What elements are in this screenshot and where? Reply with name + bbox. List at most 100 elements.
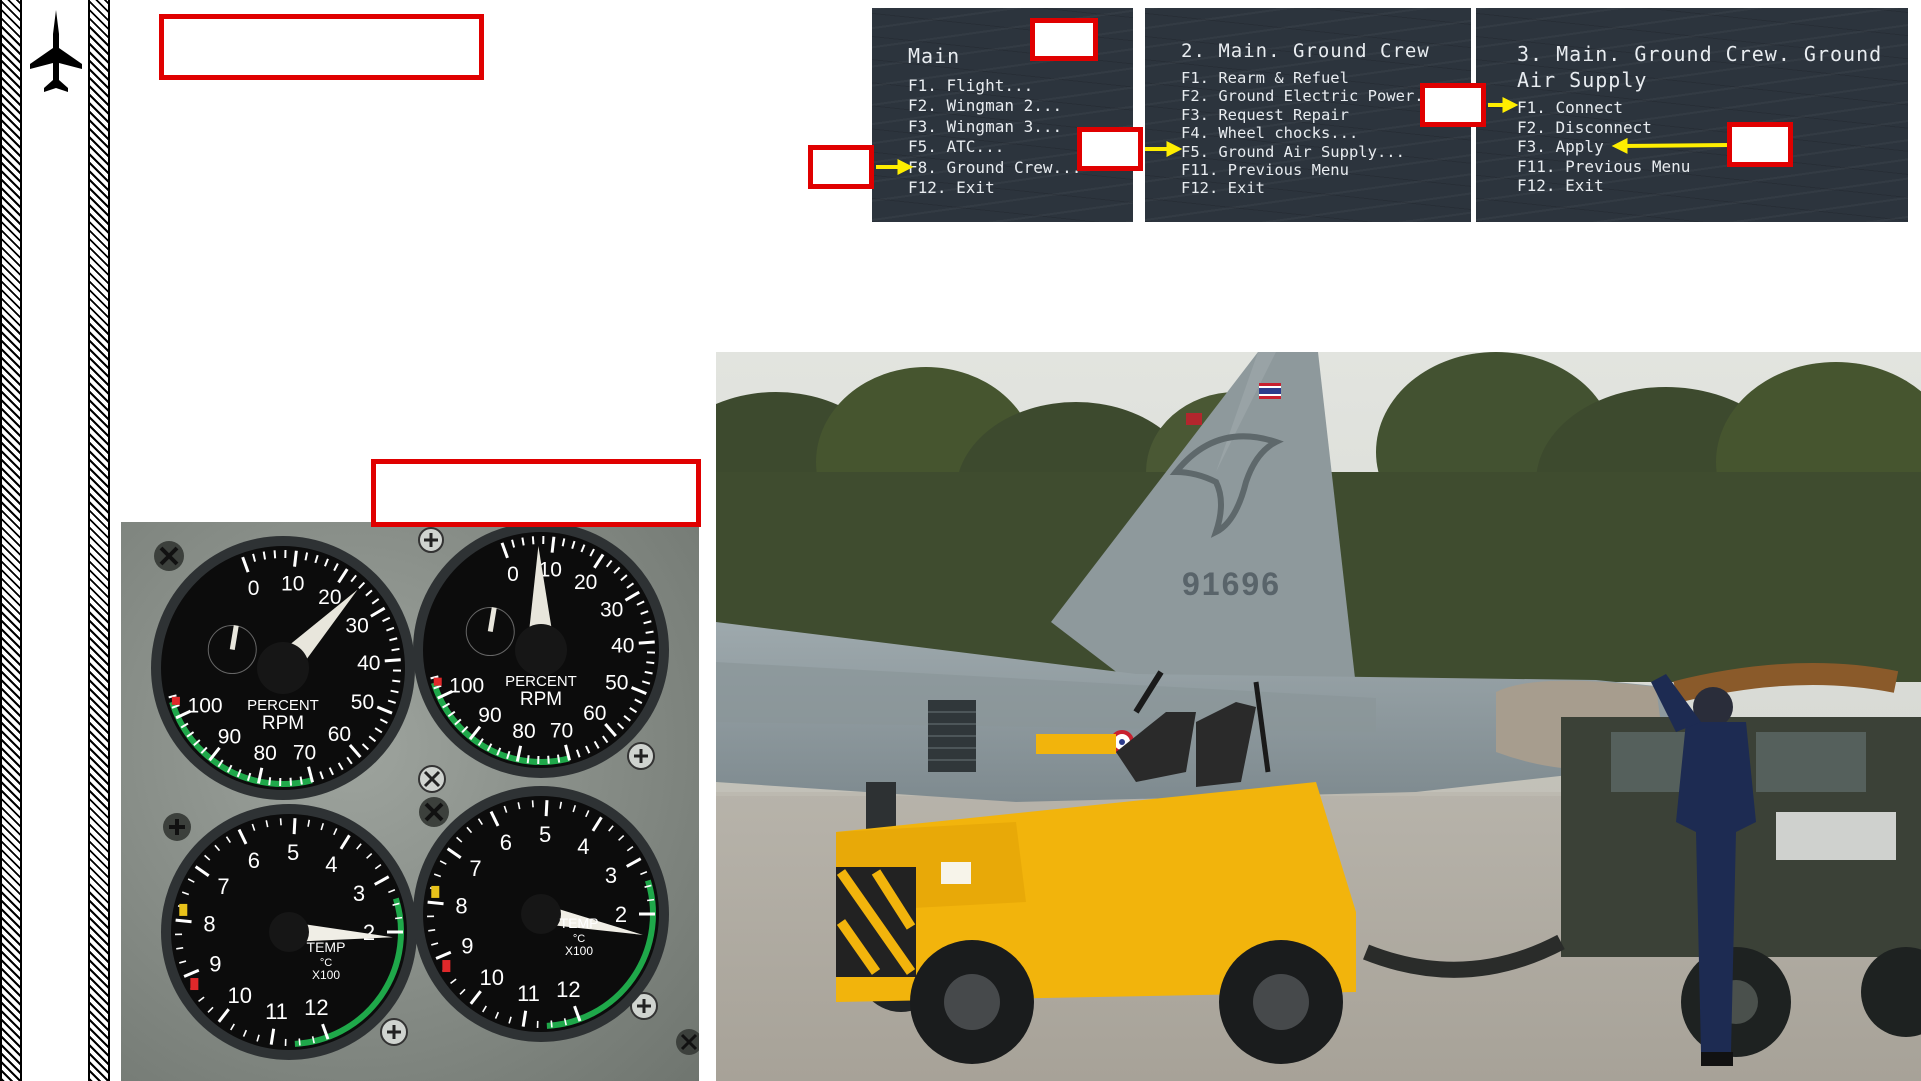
ground-crew-photo: 91696 bbox=[716, 352, 1921, 1081]
gauge-hub bbox=[269, 912, 309, 952]
gauge-limit-mark bbox=[442, 960, 451, 973]
gauge-tick-label: 80 bbox=[512, 720, 535, 743]
gauge-hub bbox=[521, 894, 561, 934]
gauge-tick-label: 90 bbox=[478, 704, 501, 727]
gauge-tick-label: 9 bbox=[461, 933, 473, 958]
gauge-tick bbox=[526, 755, 530, 764]
gauge-red-mark bbox=[433, 677, 442, 686]
rpm-left-label-rpm: RPM bbox=[262, 713, 304, 734]
panel-screw-icon bbox=[380, 1018, 408, 1046]
tail-flag-emblem bbox=[1259, 383, 1281, 399]
gauge-tick-label: 9 bbox=[209, 951, 221, 976]
gauge-tick-label: 20 bbox=[318, 586, 341, 609]
rpm-left-label-percent: PERCENT bbox=[247, 697, 319, 714]
gauge-tick-label: 30 bbox=[345, 614, 368, 637]
gauge-tick-label: 60 bbox=[328, 723, 351, 746]
gauge-tick-label: 4 bbox=[325, 852, 337, 877]
gauge-tick-label: 6 bbox=[500, 830, 512, 855]
gauge-tick bbox=[384, 658, 401, 663]
gauge-tick-label: 4 bbox=[577, 834, 589, 859]
gauge-tick bbox=[395, 916, 403, 920]
gauge-tick bbox=[646, 661, 655, 665]
gauge-tick-label: 3 bbox=[353, 881, 365, 906]
gauge-tick bbox=[428, 929, 436, 932]
gauge-tick bbox=[531, 536, 535, 545]
rpm-gauge-right: 0 102030405060708090100 bbox=[413, 522, 669, 778]
gauge-tick bbox=[268, 777, 272, 786]
gauge-tick bbox=[279, 818, 282, 826]
rpm-right-label-rpm: RPM bbox=[520, 689, 562, 710]
gauge-tick bbox=[550, 536, 556, 553]
gauge-tick-label: 0 bbox=[248, 577, 260, 600]
gauge-tick-label: 30 bbox=[600, 598, 623, 621]
gauge-limit-mark bbox=[190, 978, 199, 991]
temp-gauge-right: 2 34 5 678 9 10 11 12 bbox=[413, 786, 669, 1042]
gauge-tick-label: 40 bbox=[357, 652, 380, 675]
gauge-tick bbox=[427, 900, 444, 906]
gauge-tick bbox=[293, 550, 298, 567]
arrow-to-apply bbox=[1611, 137, 1728, 154]
photo-drawing: 91696 bbox=[716, 352, 1921, 1081]
panel-screw-icon bbox=[163, 813, 191, 841]
gauge-red-mark bbox=[171, 696, 180, 705]
gauge-tick bbox=[392, 679, 401, 683]
gauge-tick bbox=[521, 537, 525, 546]
engine-gauges-drawing: 0 1020304050607080901000 10203040506070809… bbox=[151, 522, 699, 1060]
gauge-tick-label: 11 bbox=[265, 999, 288, 1024]
panel-screw-icon bbox=[676, 1029, 699, 1055]
gauge-tick-label: 50 bbox=[605, 671, 628, 694]
gauge-tick-label: 5 bbox=[539, 822, 551, 847]
gauge-tick-label: 60 bbox=[583, 702, 606, 725]
gauge-tick bbox=[544, 800, 549, 817]
rpm-gauge-left: 0 10 2030 40 5060 70 80 90 100 bbox=[151, 536, 415, 800]
gauge-tick bbox=[531, 800, 534, 808]
temp-right-label-temp: TEMP bbox=[560, 915, 599, 931]
panel-screw-icon bbox=[419, 797, 449, 827]
gauge-tick-label: 90 bbox=[218, 725, 241, 748]
gauge-tick-label: 10 bbox=[228, 983, 252, 1008]
gauge-tick bbox=[391, 647, 400, 652]
gauge-hub bbox=[257, 642, 309, 694]
gauge-tick-label: 8 bbox=[455, 894, 467, 919]
gauge-tick-label: 3 bbox=[605, 863, 617, 888]
gauge-tick bbox=[645, 630, 654, 634]
gauge-tick bbox=[262, 551, 267, 560]
temp-right-label-x100: X100 bbox=[565, 944, 593, 958]
gauge-tick-label: 70 bbox=[293, 741, 316, 764]
gauge-limit-mark bbox=[179, 903, 188, 916]
gauge-tick bbox=[638, 640, 655, 645]
rpm-right-label-percent: PERCENT bbox=[505, 673, 577, 690]
gauge-tick bbox=[273, 550, 277, 559]
panel-screw-icon bbox=[627, 742, 655, 770]
gauge-tick bbox=[292, 818, 297, 835]
gauge-tick-label: 5 bbox=[287, 840, 299, 865]
panel-screw-icon bbox=[418, 527, 444, 553]
gauge-tick bbox=[547, 755, 550, 764]
gauge-tick bbox=[176, 947, 184, 950]
temp-gauge-left: 2 34 5 678 9 10 11 12 bbox=[161, 804, 417, 1060]
gauge-tick bbox=[175, 918, 192, 924]
gauge-tick-label: 0 bbox=[507, 563, 519, 586]
gauge-tick-label: 12 bbox=[304, 995, 328, 1020]
gauge-tick-label: 11 bbox=[517, 981, 540, 1006]
gauge-tick-label: 100 bbox=[188, 694, 223, 717]
gauge-tick-label: 40 bbox=[611, 634, 634, 657]
gauge-tick-label: 10 bbox=[480, 965, 504, 990]
temp-left-label-x100: X100 bbox=[312, 968, 340, 982]
gauge-callout-box bbox=[371, 459, 701, 527]
gauge-tick bbox=[298, 1038, 301, 1046]
gauge-tick-label: 7 bbox=[469, 856, 481, 881]
panel-screw-icon bbox=[154, 541, 184, 571]
engine-gauge-panel: 0 10 20 30 40 50 60 70 80 90 100 0 10 20 30 40 50 60 70 80 9… bbox=[121, 522, 699, 1081]
gauge-hub bbox=[515, 624, 567, 676]
gauge-tick-label: 2 bbox=[615, 902, 627, 927]
gauge-tick-label: 20 bbox=[574, 571, 597, 594]
tail-warning-marker bbox=[1186, 413, 1202, 425]
gauge-tick-label: 70 bbox=[550, 719, 573, 742]
tail-number: 91696 bbox=[1182, 566, 1281, 602]
gauge-limit-mark bbox=[431, 885, 440, 898]
gauge-tick-label: 6 bbox=[248, 848, 260, 873]
gauge-tick-label: 2 bbox=[363, 920, 375, 945]
gauge-tick-label: 50 bbox=[351, 691, 374, 714]
gauge-tick bbox=[647, 898, 655, 902]
